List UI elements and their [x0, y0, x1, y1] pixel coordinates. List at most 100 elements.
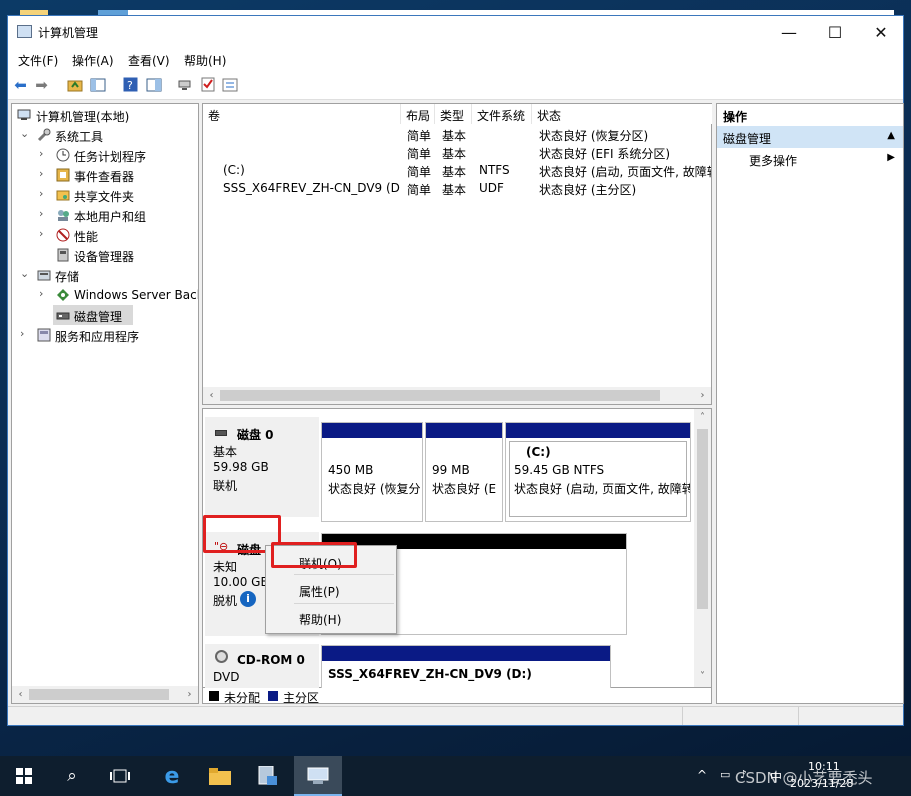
more-actions-label: 更多操作 [749, 154, 798, 168]
cdrom-name: CD-ROM 0 [237, 653, 305, 667]
tree-item[interactable]: › 事件查看器 [12, 165, 198, 185]
computer-management-taskbar-icon[interactable] [294, 756, 342, 796]
connect-icon[interactable] [176, 76, 193, 93]
context-help[interactable]: 帮助(H) [266, 605, 396, 629]
scroll-left-arrow-icon[interactable]: ‹ [203, 387, 220, 404]
scroll-left-arrow-icon[interactable]: ‹ [12, 686, 29, 703]
help-icon[interactable]: ? [122, 76, 139, 93]
disk0-partition-recovery[interactable]: 450 MB 状态良好 (恢复分 [321, 422, 423, 522]
volume-list-pane: 卷 布局 类型 文件系统 状态 简单 基本 状态良好 (恢复分区) 简单 基本 状态良好 … [202, 103, 712, 405]
more-actions[interactable]: 更多操作 ▶ [717, 150, 903, 170]
primary-swatch [268, 691, 278, 701]
actions-disk-management[interactable]: 磁盘管理 ▲ [717, 126, 903, 148]
properties-icon[interactable] [221, 76, 238, 93]
column-layout[interactable]: 布局 [401, 104, 435, 124]
context-properties[interactable]: 属性(P) [266, 577, 396, 601]
tree-item-label: 存储 [55, 270, 80, 284]
tree-item[interactable]: › 任务计划程序 [12, 145, 198, 165]
expanded-chevron-icon[interactable]: ⌄ [20, 267, 30, 280]
volume-cell-type: 基本 [442, 165, 467, 179]
status-bar [8, 706, 903, 725]
menu-view[interactable]: 查看(V) [128, 52, 170, 69]
internet-explorer-icon[interactable]: e [148, 756, 196, 796]
show-hide-tree-icon[interactable] [89, 76, 106, 93]
tree-item[interactable]: › Windows Server Back [12, 285, 198, 305]
menu-file[interactable]: 文件(F) [18, 52, 58, 69]
partition-status: 状态良好 (E [432, 482, 497, 496]
tree-item[interactable]: 磁盘管理 [53, 305, 133, 325]
maximize-button[interactable]: ☐ [812, 16, 858, 48]
computer-management-icon [16, 107, 32, 123]
tree-item[interactable]: 设备管理器 [12, 245, 198, 265]
services-icon [36, 327, 52, 343]
scroll-right-arrow-icon[interactable]: › [694, 387, 711, 404]
scroll-thumb[interactable] [29, 689, 169, 700]
network-icon[interactable]: ▭ [720, 768, 730, 781]
tray-overflow-icon[interactable]: ^ [697, 768, 707, 782]
info-icon[interactable]: i [240, 591, 256, 607]
column-type[interactable]: 类型 [435, 104, 472, 124]
up-folder-icon[interactable] [66, 76, 83, 93]
cdrom-volume[interactable]: SSS_X64FREV_ZH-CN_DV9 (D:) [321, 645, 611, 689]
expanded-chevron-icon[interactable]: ⌄ [20, 127, 30, 140]
volume-row[interactable]: 简单 基本 状态良好 (恢复分区) [203, 125, 711, 143]
scroll-thumb[interactable] [220, 390, 660, 401]
volume-row[interactable]: (C:) 简单 基本 NTFS 状态良好 (启动, 页面文件, 故障转 [203, 161, 711, 179]
tree-item[interactable]: › 性能 [12, 225, 198, 245]
column-volume[interactable]: 卷 [203, 104, 401, 124]
collapsed-chevron-icon[interactable]: › [39, 207, 49, 220]
cdrom-label[interactable]: CD-ROM 0 DVD [205, 644, 319, 689]
checklist-icon[interactable] [199, 76, 216, 93]
disk0-size: 59.98 GB [213, 460, 269, 474]
disk0-label[interactable]: 磁盘 0 基本 59.98 GB 联机 [205, 417, 319, 517]
disk0-partition-c[interactable]: (C:) 59.45 GB NTFS 状态良好 (启动, 页面文件, 故障转 [505, 422, 691, 522]
collapsed-chevron-icon[interactable]: › [39, 147, 49, 160]
tree-item-label: 设备管理器 [74, 250, 135, 264]
separator [294, 574, 394, 575]
volume-row[interactable]: SSS_X64FREV_ZH-CN_DV9 (D:) 简单 基本 UDF 状态良好 (主… [203, 179, 711, 197]
scroll-right-arrow-icon[interactable]: › [181, 686, 198, 703]
tree-root[interactable]: 计算机管理(本地) [12, 105, 198, 125]
disk-view-vertical-scrollbar[interactable]: ˄ ˅ [694, 409, 711, 687]
disk1-type: 未知 [213, 560, 238, 574]
tree-item[interactable]: › 服务和应用程序 [12, 325, 198, 345]
legend-primary: 主分区 [283, 691, 320, 705]
scroll-thumb[interactable] [697, 429, 708, 609]
collapsed-chevron-icon[interactable]: › [39, 167, 49, 180]
column-status[interactable]: 状态 [532, 104, 712, 124]
menu-help[interactable]: 帮助(H) [184, 52, 226, 69]
forward-arrow-icon[interactable]: ➡ [33, 76, 50, 94]
collapsed-chevron-icon[interactable]: › [39, 287, 49, 300]
properties-view-icon[interactable] [145, 76, 162, 93]
volume-row[interactable]: 简单 基本 状态良好 (EFI 系统分区) [203, 143, 711, 161]
collapsed-chevron-icon[interactable]: › [20, 327, 30, 340]
tree-item[interactable]: ⌄ 存储 [12, 265, 198, 285]
tree-item[interactable]: › 共享文件夹 [12, 185, 198, 205]
tree-horizontal-scrollbar[interactable]: ‹ › [12, 686, 198, 703]
tree-item[interactable]: ⌄ 系统工具 [12, 125, 198, 145]
collapse-up-icon[interactable]: ▲ [887, 130, 895, 141]
title-bar: 计算机管理 — ☐ ✕ [8, 16, 903, 48]
start-button[interactable] [0, 756, 48, 796]
column-filesystem[interactable]: 文件系统 [472, 104, 532, 124]
primary-partition-bar [426, 423, 502, 438]
disk0-partition-efi[interactable]: 99 MB 状态良好 (E [425, 422, 503, 522]
users-icon [55, 207, 71, 223]
scroll-up-arrow-icon[interactable]: ˄ [694, 409, 711, 426]
search-icon[interactable]: ⌕ [48, 756, 96, 796]
file-explorer-icon[interactable] [196, 756, 244, 796]
volume-horizontal-scrollbar[interactable]: ‹ › [203, 387, 711, 404]
tree-item[interactable]: › 本地用户和组 [12, 205, 198, 225]
volume-cell-layout: 简单 [407, 165, 432, 179]
back-arrow-icon[interactable]: ⬅ [12, 76, 29, 94]
scroll-down-arrow-icon[interactable]: ˅ [694, 668, 711, 685]
menu-action[interactable]: 操作(A) [72, 52, 114, 69]
task-view-icon[interactable] [96, 756, 144, 796]
collapsed-chevron-icon[interactable]: › [39, 187, 49, 200]
collapsed-chevron-icon[interactable]: › [39, 227, 49, 240]
tree-item-label: 服务和应用程序 [55, 330, 140, 344]
minimize-button[interactable]: — [766, 16, 812, 48]
status-divider [798, 707, 799, 725]
server-manager-icon[interactable] [244, 756, 292, 796]
close-button[interactable]: ✕ [858, 16, 904, 48]
